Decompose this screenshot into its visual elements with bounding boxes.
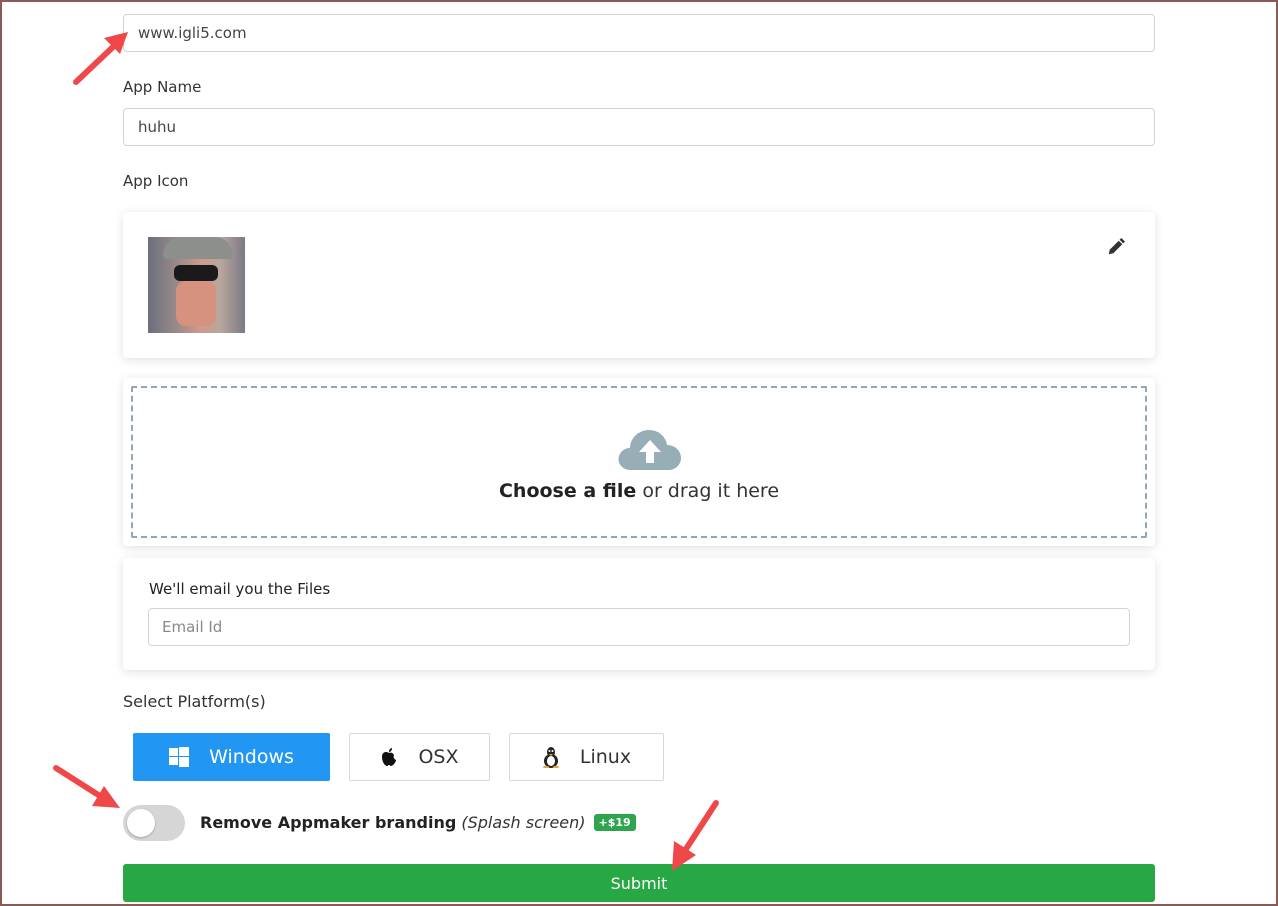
toggle-knob [127,809,155,837]
windows-icon [169,747,190,767]
url-input[interactable]: www.igli5.com [123,14,1155,52]
remove-branding-toggle[interactable] [123,805,185,841]
app-icon-label: App Icon [123,172,189,190]
annotation-arrow-icon [73,32,128,85]
email-card: We'll email you the Files Email Id [123,558,1155,670]
cloud-upload-icon [618,430,681,470]
platform-osx-label: OSX [418,746,459,768]
email-label: We'll email you the Files [149,580,331,598]
remove-branding-label: Remove Appmaker branding (Splash screen)… [200,813,636,832]
file-dropzone[interactable]: Choose a file or drag it here [123,378,1155,546]
linux-icon [542,747,559,768]
edit-pencil-icon[interactable] [1107,238,1125,256]
dropzone-text: Choose a file or drag it here [498,480,780,502]
app-icon-preview [148,237,245,333]
platform-linux-label: Linux [579,746,632,768]
platform-linux-button[interactable]: Linux [509,733,664,781]
app-name-input[interactable]: huhu [123,108,1155,146]
platform-label: Select Platform(s) [123,692,266,711]
submit-button[interactable]: Submit [123,864,1155,902]
apple-icon [382,748,397,766]
app-icon-card [123,212,1155,358]
platform-windows-button[interactable]: Windows [133,733,330,781]
platform-osx-button[interactable]: OSX [349,733,490,781]
platform-windows-label: Windows [209,746,294,768]
annotation-arrow-icon [672,800,719,871]
price-badge: +$19 [593,814,636,831]
email-input[interactable]: Email Id [148,608,1130,646]
annotation-arrow-icon [53,765,120,808]
app-name-label: App Name [123,78,202,96]
